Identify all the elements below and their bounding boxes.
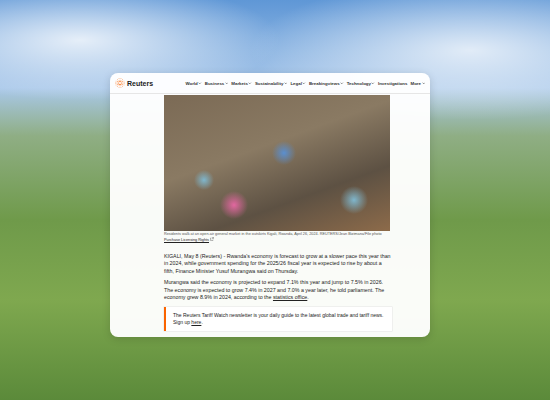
- nav-item[interactable]: Technology: [347, 81, 375, 86]
- nav-item[interactable]: World: [185, 81, 201, 86]
- reuters-logo[interactable]: Reuters: [115, 78, 153, 88]
- article-paragraph: Murangwa said the economy is projected t…: [164, 279, 392, 301]
- inline-link[interactable]: statistics office: [273, 294, 307, 300]
- article-photo: [164, 95, 390, 231]
- chevron-down-icon: [248, 82, 252, 85]
- nav-item[interactable]: Breakingviews: [309, 81, 344, 86]
- article-paragraph: KIGALI, May 8 (Reuters) - Rwanda's econo…: [164, 253, 392, 275]
- chevron-down-icon: [198, 82, 202, 85]
- reuters-logo-icon: [115, 78, 125, 88]
- licensing-link[interactable]: Purchase Licensing Rights: [164, 238, 209, 242]
- signup-link[interactable]: here: [191, 319, 201, 325]
- chevron-down-icon: [302, 82, 306, 85]
- chevron-down-icon: [422, 82, 426, 85]
- nav-item[interactable]: More: [411, 81, 426, 86]
- chevron-down-icon: [284, 82, 288, 85]
- nav-item[interactable]: Sustainability: [255, 81, 288, 86]
- external-link-icon: [210, 237, 214, 241]
- nav-item[interactable]: Investigations: [378, 81, 408, 86]
- article-page: Reuters World Business Markets Sustainab…: [110, 73, 430, 337]
- chevron-down-icon: [340, 82, 344, 85]
- article-body: Residents walk at an open-air general ma…: [110, 94, 392, 331]
- background-photo: Reuters World Business Markets Sustainab…: [0, 0, 550, 400]
- nav-item[interactable]: Markets: [231, 81, 252, 86]
- photo-caption: Residents walk at an open-air general ma…: [164, 232, 392, 243]
- nav-item[interactable]: Business: [205, 81, 229, 86]
- main-nav: World Business Markets Sustainability Le…: [157, 81, 425, 86]
- chevron-down-icon: [225, 82, 229, 85]
- site-header: Reuters World Business Markets Sustainab…: [110, 73, 430, 94]
- nav-item[interactable]: Legal: [290, 81, 305, 86]
- newsletter-promo: The Reuters Tariff Watch newsletter is y…: [164, 307, 392, 331]
- chevron-down-icon: [371, 82, 375, 85]
